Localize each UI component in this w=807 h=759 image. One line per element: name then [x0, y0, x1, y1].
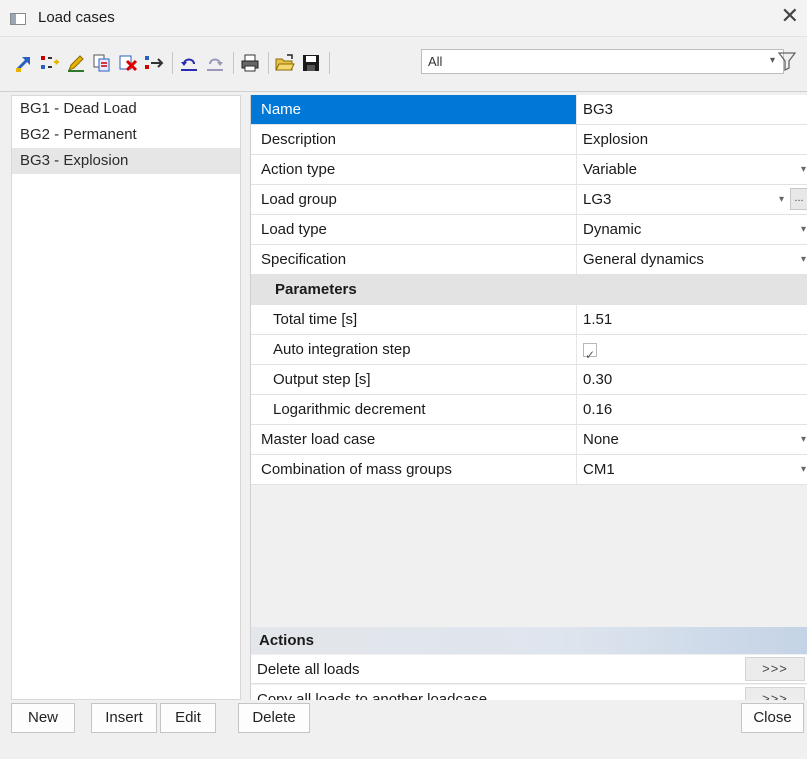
property-value[interactable]: Dynamic ▾ — [577, 215, 807, 244]
window-icon — [10, 13, 26, 25]
property-value-text: Variable — [583, 161, 637, 178]
property-value-text: BG3 — [583, 101, 614, 118]
property-name: Output step [s] — [251, 365, 577, 394]
property-value-text: 1.51 — [583, 311, 613, 328]
property-value[interactable]: 0.16 — [577, 395, 807, 424]
property-row[interactable]: Load group LG3 ▾... — [251, 185, 807, 215]
property-row[interactable]: Load type Dynamic ▾ — [251, 215, 807, 245]
property-row[interactable]: Total time [s] 1.51 — [251, 305, 807, 335]
property-name: Total time [s] — [251, 305, 577, 334]
property-name: Load type — [251, 215, 577, 244]
property-value-text: CM1 — [583, 461, 615, 478]
property-value[interactable]: Explosion — [577, 125, 807, 154]
property-value[interactable]: LG3 ▾... — [577, 185, 807, 214]
property-name: Combination of mass groups — [251, 455, 577, 484]
delete-button[interactable]: Delete — [238, 703, 310, 733]
property-name: Master load case — [251, 425, 577, 454]
property-value-text: General dynamics — [583, 251, 704, 268]
toolbar: All ▾ — [0, 38, 807, 92]
parameters-section-header[interactable]: ◢Parameters — [251, 275, 807, 305]
property-value[interactable]: 1.51 — [577, 305, 807, 334]
property-value-text: Explosion — [583, 131, 649, 148]
property-row[interactable]: Auto integration step — [251, 335, 807, 370]
property-value-text: None — [583, 431, 619, 448]
property-row[interactable]: Name BG3 — [251, 95, 807, 125]
property-row[interactable]: Action type Variable ▾ — [251, 155, 807, 185]
copy-icon[interactable] — [92, 53, 112, 73]
property-name: Specification — [251, 245, 577, 274]
property-value[interactable]: 0.30 — [577, 365, 807, 394]
edit-button[interactable]: Edit — [160, 703, 216, 733]
auto-integration-checkbox[interactable] — [583, 341, 597, 370]
chevron-down-icon[interactable]: ▾ — [801, 425, 806, 454]
redo-icon[interactable] — [205, 53, 225, 73]
new-arrow-icon[interactable] — [14, 53, 34, 73]
filter-value: All — [428, 54, 443, 69]
open-folder-icon[interactable] — [275, 53, 295, 73]
load-case-item[interactable]: BG1 - Dead Load — [12, 96, 240, 122]
edit-pencil-icon[interactable] — [66, 53, 86, 73]
delete-icon[interactable] — [118, 53, 138, 73]
load-case-item[interactable]: BG3 - Explosion — [12, 148, 240, 174]
property-value[interactable]: Variable ▾ — [577, 155, 807, 184]
print-icon[interactable] — [240, 53, 260, 73]
undo-icon[interactable] — [179, 53, 199, 73]
action-run-button[interactable]: >>> — [745, 657, 805, 681]
property-name: Action type — [251, 155, 577, 184]
property-row[interactable]: Description Explosion — [251, 125, 807, 155]
chevron-down-icon[interactable]: ▾ — [801, 155, 806, 184]
property-grid: Name BG3 Description Explosion Action type Va… — [250, 95, 807, 720]
property-value[interactable] — [577, 335, 807, 370]
close-button[interactable]: Close — [741, 703, 804, 733]
property-value-text: 0.30 — [583, 371, 613, 388]
toolbar-separator — [172, 52, 173, 74]
section-title: Parameters — [251, 275, 577, 304]
chevron-down-icon: ▾ — [769, 55, 775, 66]
insert-rows-icon[interactable] — [40, 53, 60, 73]
property-name: Load group — [251, 185, 577, 214]
insert-button[interactable]: Insert — [91, 703, 157, 733]
chevron-down-icon[interactable]: ▾ — [801, 215, 806, 244]
property-value-text: Dynamic — [583, 221, 642, 238]
chevron-down-icon[interactable]: ▾ — [779, 185, 784, 214]
toolbar-separator — [268, 52, 269, 74]
close-icon[interactable]: ✕ — [781, 4, 799, 29]
chevron-down-icon[interactable]: ▾ — [801, 455, 806, 484]
property-row[interactable]: Specification General dynamics ▾ — [251, 245, 807, 275]
property-value-text: 0.16 — [583, 401, 613, 418]
new-button[interactable]: New — [11, 703, 75, 733]
action-row: Delete all loads >>> — [251, 655, 807, 684]
property-value[interactable]: CM1 ▾ — [577, 455, 807, 484]
filter-dropdown[interactable]: All ▾ — [421, 49, 784, 74]
split-icon[interactable] — [144, 53, 164, 73]
load-case-list: BG1 - Dead Load BG2 - Permanent BG3 - Expl… — [11, 95, 241, 700]
property-name: Auto integration step — [251, 335, 577, 364]
property-row[interactable]: Logarithmic decrement 0.16 — [251, 395, 807, 425]
title-bar: Load cases ✕ — [0, 0, 807, 37]
property-value[interactable]: General dynamics ▾ — [577, 245, 807, 274]
load-case-item[interactable]: BG2 - Permanent — [12, 122, 240, 148]
window-title: Load cases — [38, 9, 115, 26]
property-value[interactable]: BG3 — [577, 95, 807, 124]
save-icon[interactable] — [301, 53, 321, 73]
property-row[interactable]: Combination of mass groups CM1 ▾ — [251, 455, 807, 485]
toolbar-separator — [233, 52, 234, 74]
actions-header: Actions — [251, 627, 807, 654]
property-value[interactable]: None ▾ — [577, 425, 807, 454]
chevron-down-icon[interactable]: ▾ — [801, 245, 806, 274]
action-label: Delete all loads — [257, 661, 360, 678]
property-name: Logarithmic decrement — [251, 395, 577, 424]
bottom-button-bar: New Insert Edit Delete Close — [0, 700, 807, 759]
property-row[interactable]: Master load case None ▾ — [251, 425, 807, 455]
property-name: Name — [251, 95, 577, 124]
browse-button[interactable]: ... — [790, 188, 807, 210]
toolbar-separator — [329, 52, 330, 74]
filter-funnel-icon[interactable] — [777, 51, 797, 72]
property-value-text: LG3 — [583, 191, 612, 208]
property-row[interactable]: Output step [s] 0.30 — [251, 365, 807, 395]
property-name: Description — [251, 125, 577, 154]
